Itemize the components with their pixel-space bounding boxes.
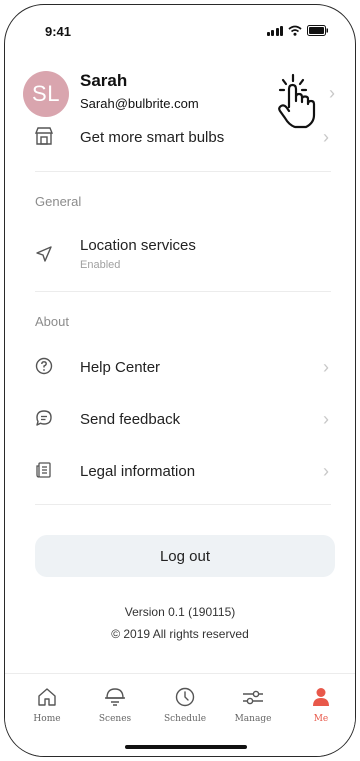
tab-manage[interactable]: Manage bbox=[223, 684, 283, 724]
row-sublabel: Enabled bbox=[80, 259, 121, 271]
phone-frame: 9:41 SL Sarah Sarah@bulbrite.com › Get m… bbox=[4, 4, 356, 757]
tab-label: Schedule bbox=[163, 714, 207, 724]
row-smart-bulbs[interactable]: Get more smart bulbs › bbox=[5, 111, 355, 161]
divider bbox=[35, 291, 331, 292]
chat-bubble-icon bbox=[33, 407, 55, 429]
tab-label: Me bbox=[313, 714, 329, 724]
chevron-right-icon: › bbox=[323, 127, 329, 147]
row-legal-information[interactable]: Legal information › bbox=[5, 445, 355, 495]
chevron-right-icon: › bbox=[323, 461, 329, 481]
copyright-text: © 2019 All rights reserved bbox=[111, 627, 249, 641]
person-icon bbox=[291, 684, 351, 710]
status-icons bbox=[266, 25, 330, 36]
profile-name: Sarah bbox=[80, 71, 128, 90]
section-title-general: General bbox=[35, 194, 82, 209]
row-location-services[interactable]: Location services Enabled bbox=[5, 225, 355, 285]
tab-me[interactable]: Me bbox=[291, 684, 351, 724]
row-help-center[interactable]: Help Center › bbox=[5, 341, 355, 391]
clock-icon bbox=[155, 684, 215, 710]
tab-label: Scenes bbox=[98, 714, 132, 724]
battery-icon bbox=[307, 25, 328, 36]
profile-email: Sarah@bulbrite.com bbox=[80, 96, 199, 111]
document-icon bbox=[33, 459, 55, 481]
sliders-icon bbox=[223, 684, 283, 710]
row-label: Help Center bbox=[80, 359, 161, 376]
bulb-icon bbox=[85, 684, 145, 710]
row-send-feedback[interactable]: Send feedback › bbox=[5, 393, 355, 443]
tab-label: Manage bbox=[234, 714, 272, 724]
section-title-about: About bbox=[35, 314, 69, 329]
status-time: 9:41 bbox=[45, 24, 72, 39]
divider bbox=[35, 504, 331, 505]
wifi-icon bbox=[288, 25, 302, 36]
tab-schedule[interactable]: Schedule bbox=[155, 684, 215, 724]
row-label: Send feedback bbox=[80, 411, 181, 428]
question-circle-icon bbox=[33, 355, 55, 377]
logout-button[interactable]: Log out bbox=[35, 535, 335, 577]
divider bbox=[35, 171, 331, 172]
home-icon bbox=[17, 684, 77, 710]
row-label: Location services bbox=[80, 237, 196, 254]
tab-scenes[interactable]: Scenes bbox=[85, 684, 145, 724]
chevron-right-icon: › bbox=[323, 409, 329, 429]
chevron-right-icon: › bbox=[323, 357, 329, 377]
version-text: Version 0.1 (190115) bbox=[124, 605, 236, 619]
row-label: Legal information bbox=[80, 463, 196, 480]
location-arrow-icon bbox=[33, 243, 55, 265]
profile-chevron-icon: › bbox=[329, 83, 335, 103]
tab-label: Home bbox=[33, 714, 61, 724]
row-label: Get more smart bulbs bbox=[80, 129, 225, 146]
store-icon bbox=[33, 125, 55, 147]
status-bar: 9:41 bbox=[5, 5, 355, 53]
signal-icon bbox=[266, 25, 283, 36]
home-indicator[interactable] bbox=[125, 745, 247, 749]
tab-home[interactable]: Home bbox=[17, 684, 77, 724]
